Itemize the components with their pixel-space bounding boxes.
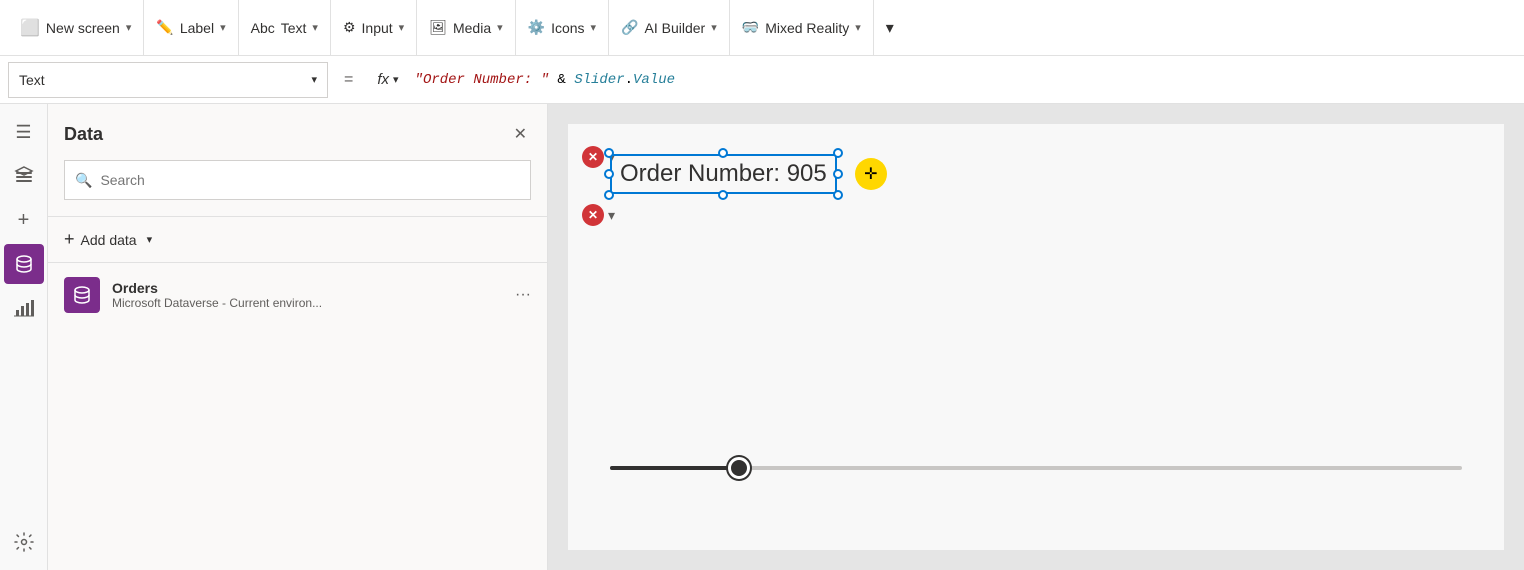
mixed-reality-button[interactable]: 🥽 Mixed Reality ▾ xyxy=(730,0,874,55)
ai-builder-button[interactable]: 🔗 AI Builder ▾ xyxy=(609,0,730,55)
layers-icon[interactable] xyxy=(4,156,44,196)
label-chevron-icon: ▾ xyxy=(220,21,226,34)
handle-mid-right[interactable] xyxy=(833,169,843,179)
search-box[interactable]: 🔍 xyxy=(64,160,531,200)
chart-icon[interactable] xyxy=(4,288,44,328)
toolbar: ⬜ New screen ▾ ✏️ Label ▾ Abc Text ▾ ⚙ I… xyxy=(0,0,1524,56)
toolbar-more-button[interactable]: ▾ xyxy=(874,0,906,55)
mixed-reality-icon: 🥽 xyxy=(742,19,759,36)
property-dropdown[interactable]: Text ▾ xyxy=(8,62,328,98)
add-icon[interactable]: + xyxy=(4,200,44,240)
main-layout: ☰ + xyxy=(0,104,1524,570)
data-panel: Data ✕ 🔍 + Add data ▾ Orders xyxy=(48,104,548,570)
input-button[interactable]: ⚙ Input ▾ xyxy=(331,0,417,55)
database-icon[interactable] xyxy=(4,244,44,284)
formula-operator: & xyxy=(557,72,574,88)
formula-input[interactable]: "Order Number: " & Slider.Value xyxy=(415,72,1516,88)
input-chevron-icon: ▾ xyxy=(399,21,405,34)
canvas[interactable]: ✕ ▾ Order Number: 905 ✛ xyxy=(568,124,1504,550)
text-element-display: Order Number: 905 xyxy=(610,154,837,194)
formula-property-part: Value xyxy=(633,72,675,88)
new-screen-chevron-icon: ▾ xyxy=(126,21,132,34)
error-chevron-2[interactable]: ▾ xyxy=(608,207,615,224)
settings-icon[interactable] xyxy=(4,522,44,562)
handle-top-left[interactable] xyxy=(604,148,614,158)
slider-container[interactable] xyxy=(610,466,1462,470)
icons-chevron-icon: ▾ xyxy=(591,21,597,34)
add-data-label: Add data xyxy=(81,232,137,248)
divider-2 xyxy=(48,262,547,263)
label-label: Label xyxy=(180,20,214,36)
orders-subtitle: Microsoft Dataverse - Current environ... xyxy=(112,296,503,310)
property-dropdown-label: Text xyxy=(19,72,45,88)
add-data-chevron-icon: ▾ xyxy=(147,233,153,246)
close-panel-button[interactable]: ✕ xyxy=(510,120,531,148)
text-button[interactable]: Abc Text ▾ xyxy=(239,0,331,55)
orders-icon xyxy=(64,277,100,313)
delete-button-1[interactable]: ✕ xyxy=(582,146,604,168)
fx-button[interactable]: fx ▾ xyxy=(369,67,406,92)
data-panel-title: Data xyxy=(64,124,103,145)
input-label: Input xyxy=(362,20,393,36)
media-label: Media xyxy=(453,20,491,36)
formula-bar: Text ▾ = fx ▾ "Order Number: " & Slider.… xyxy=(0,56,1524,104)
text-icon: Abc xyxy=(251,20,275,36)
formula-dot: . xyxy=(625,72,633,88)
handle-bottom-right[interactable] xyxy=(833,190,843,200)
more-icon: ▾ xyxy=(886,18,894,38)
media-button[interactable]: 🖼 Media ▾ xyxy=(417,0,515,55)
add-data-plus-icon: + xyxy=(64,229,75,250)
divider xyxy=(48,216,547,217)
slider-track xyxy=(610,466,1462,470)
property-dropdown-chevron-icon: ▾ xyxy=(311,73,317,86)
new-screen-button[interactable]: ⬜ New screen ▾ xyxy=(8,0,144,55)
icons-button[interactable]: ⚙️ Icons ▾ xyxy=(516,0,609,55)
fx-label: fx xyxy=(377,71,389,88)
text-label: Text xyxy=(281,20,307,36)
data-source-orders[interactable]: Orders Microsoft Dataverse - Current env… xyxy=(48,267,547,323)
data-panel-header: Data ✕ xyxy=(48,104,547,160)
text-element[interactable]: Order Number: 905 ✛ xyxy=(610,154,837,194)
ai-builder-icon: 🔗 xyxy=(621,19,638,36)
move-handle[interactable]: ✛ xyxy=(855,158,887,190)
label-button[interactable]: ✏️ Label ▾ xyxy=(144,0,238,55)
new-screen-label: New screen xyxy=(46,20,120,36)
slider-fill xyxy=(610,466,738,470)
icon-rail: ☰ + xyxy=(0,104,48,570)
canvas-area: ✕ ▾ Order Number: 905 ✛ xyxy=(548,104,1524,570)
label-icon: ✏️ xyxy=(156,19,173,36)
search-input[interactable] xyxy=(100,172,520,188)
media-chevron-icon: ▾ xyxy=(497,21,503,34)
equals-sign: = xyxy=(336,71,361,89)
ai-builder-chevron-icon: ▾ xyxy=(711,21,717,34)
icons-menu-icon: ⚙️ xyxy=(528,19,545,36)
hamburger-menu-icon[interactable]: ☰ xyxy=(4,112,44,152)
orders-more-button[interactable]: ··· xyxy=(515,286,531,304)
handle-top-right[interactable] xyxy=(833,148,843,158)
text-element-container: Order Number: 905 ✛ xyxy=(610,154,1010,194)
element-controls-2: ✕ ▾ xyxy=(582,204,615,226)
orders-info: Orders Microsoft Dataverse - Current env… xyxy=(112,280,503,310)
handle-mid-left[interactable] xyxy=(604,169,614,179)
handle-bottom-mid[interactable] xyxy=(718,190,728,200)
media-icon: 🖼 xyxy=(429,19,447,36)
search-icon: 🔍 xyxy=(75,172,92,189)
orders-name: Orders xyxy=(112,280,503,296)
delete-button-2[interactable]: ✕ xyxy=(582,204,604,226)
mixed-reality-label: Mixed Reality xyxy=(765,20,849,36)
text-chevron-icon: ▾ xyxy=(312,21,318,34)
formula-string-part: "Order Number: " xyxy=(415,72,549,88)
formula-object-part: Slider xyxy=(574,72,624,88)
new-screen-icon: ⬜ xyxy=(20,18,40,38)
slider-thumb[interactable] xyxy=(728,457,750,479)
mixed-reality-chevron-icon: ▾ xyxy=(855,21,861,34)
icons-label: Icons xyxy=(551,20,584,36)
handle-bottom-left[interactable] xyxy=(604,190,614,200)
add-data-button[interactable]: + Add data ▾ xyxy=(48,221,547,258)
fx-chevron-icon: ▾ xyxy=(393,73,399,86)
ai-builder-label: AI Builder xyxy=(645,20,706,36)
input-icon: ⚙ xyxy=(343,19,356,36)
